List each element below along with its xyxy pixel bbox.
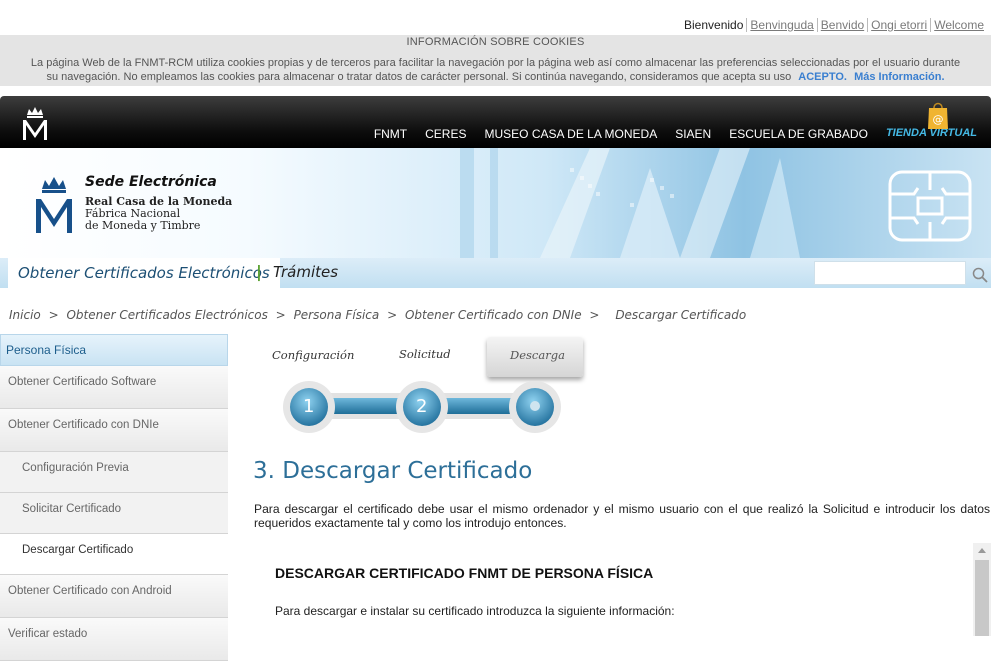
sidebar-item-solicitar[interactable]: Solicitar Certificado (0, 493, 228, 534)
step-label-configuracion: Configuración (272, 348, 355, 362)
sede-electronica-title: Sede Electrónica (85, 174, 217, 190)
language-current: Bienvenido (684, 18, 744, 32)
scroll-thumb[interactable] (975, 560, 989, 636)
section-bar: Obtener Certificados Electrónicos | Trám… (0, 258, 991, 288)
language-link-en[interactable]: Welcome (930, 18, 987, 32)
crown-m-logo-icon[interactable] (20, 106, 50, 142)
scroll-up-arrow-icon[interactable] (978, 548, 986, 553)
smartcard-chip-icon (888, 170, 972, 242)
intro-text: Para descargar el certificado debe usar … (254, 502, 990, 530)
nav-museo[interactable]: MUSEO CASA DE LA MONEDA (484, 127, 657, 141)
organization-name: Real Casa de la Moneda Fábrica Nacional … (85, 196, 232, 232)
language-bar: Bienvenido Benvinguda Benvido Ongi etorr… (681, 16, 987, 34)
nav-siaen[interactable]: SIAEN (675, 127, 711, 141)
sidebar-item-dnie[interactable]: Obtener Certificado con DNIe (0, 409, 228, 452)
page-title: 3. Descargar Certificado (253, 458, 533, 484)
panel-scrollbar[interactable] (973, 543, 991, 636)
sidebar-item-configuracion[interactable]: Configuración Previa (0, 452, 228, 493)
sidebar-header[interactable]: Persona Física (0, 334, 228, 366)
step-node-3 (509, 381, 561, 433)
nav-ceres[interactable]: CERES (425, 127, 466, 141)
download-form-panel: DESCARGAR CERTIFICADO FNMT DE PERSONA FÍ… (254, 543, 991, 636)
tab-separator: | (256, 262, 262, 281)
fnmt-crown-logo-icon[interactable] (32, 175, 76, 235)
breadcrumb: Inicio > Obtener Certificados Electrónic… (9, 308, 750, 322)
sidebar-item-software[interactable]: Obtener Certificado Software (0, 366, 228, 409)
breadcrumb-inicio[interactable]: Inicio (9, 308, 41, 322)
step-label-descarga: Descarga (510, 348, 565, 362)
sidebar-item-android[interactable]: Obtener Certificado con Android (0, 575, 228, 618)
cookie-body: La página Web de la FNMT-RCM utiliza coo… (0, 56, 991, 84)
shopping-bag-icon[interactable]: @ (927, 100, 949, 130)
breadcrumb-separator: > (48, 308, 59, 322)
panel-instructions: Para descargar e instalar su certificado… (275, 604, 675, 618)
panel-title: DESCARGAR CERTIFICADO FNMT DE PERSONA FÍ… (275, 565, 654, 581)
sidebar: Persona Física Obtener Certificado Softw… (0, 334, 228, 661)
search-input[interactable] (814, 261, 966, 285)
search-icon[interactable] (972, 267, 988, 283)
cookie-more-info-link[interactable]: Más Información. (854, 71, 944, 83)
breadcrumb-obtener-certificados[interactable]: Obtener Certificados Electrónicos (66, 308, 267, 322)
breadcrumb-current: Descargar Certificado (615, 308, 747, 322)
header-banner: Sede Electrónica Real Casa de la Moneda … (0, 148, 991, 258)
sidebar-item-descargar[interactable]: Descargar Certificado (0, 534, 228, 575)
step-number-1: 1 (303, 396, 315, 417)
tab-tramites[interactable]: Trámites (273, 263, 338, 281)
org-line-3: de Moneda y Timbre (85, 219, 201, 232)
breadcrumb-separator: > (589, 308, 600, 322)
step-label-solicitud: Solicitud (399, 347, 451, 361)
cookie-title: INFORMACIÓN SOBRE COOKIES (406, 36, 585, 48)
nav-fnmt[interactable]: FNMT (374, 127, 407, 141)
language-link-eu[interactable]: Ongi etorri (867, 18, 930, 32)
cookie-accept-link[interactable]: ACEPTO. (798, 71, 847, 83)
top-nav-links: FNMT CERES MUSEO CASA DE LA MONEDA SIAEN… (356, 127, 977, 141)
nav-escuela[interactable]: ESCUELA DE GRABADO (729, 127, 868, 141)
language-link-ca[interactable]: Benvinguda (746, 18, 816, 32)
tab-obtener-certificados[interactable]: Obtener Certificados Electrónicos (8, 258, 280, 288)
cookie-notice: INFORMACIÓN SOBRE COOKIES La página Web … (0, 35, 991, 86)
language-link-gl[interactable]: Benvido (816, 18, 867, 32)
sidebar-item-verificar[interactable]: Verificar estado (0, 618, 228, 661)
banner-decorative-image (460, 148, 800, 258)
breadcrumb-certificado-dnie[interactable]: Obtener Certificado con DNIe (405, 308, 582, 322)
breadcrumb-persona-fisica[interactable]: Persona Física (294, 308, 380, 322)
step-number-2: 2 (416, 396, 428, 417)
breadcrumb-separator: > (275, 308, 286, 322)
breadcrumb-separator: > (387, 308, 398, 322)
top-navigation: FNMT CERES MUSEO CASA DE LA MONEDA SIAEN… (0, 96, 991, 148)
svg-text:@: @ (933, 113, 944, 126)
